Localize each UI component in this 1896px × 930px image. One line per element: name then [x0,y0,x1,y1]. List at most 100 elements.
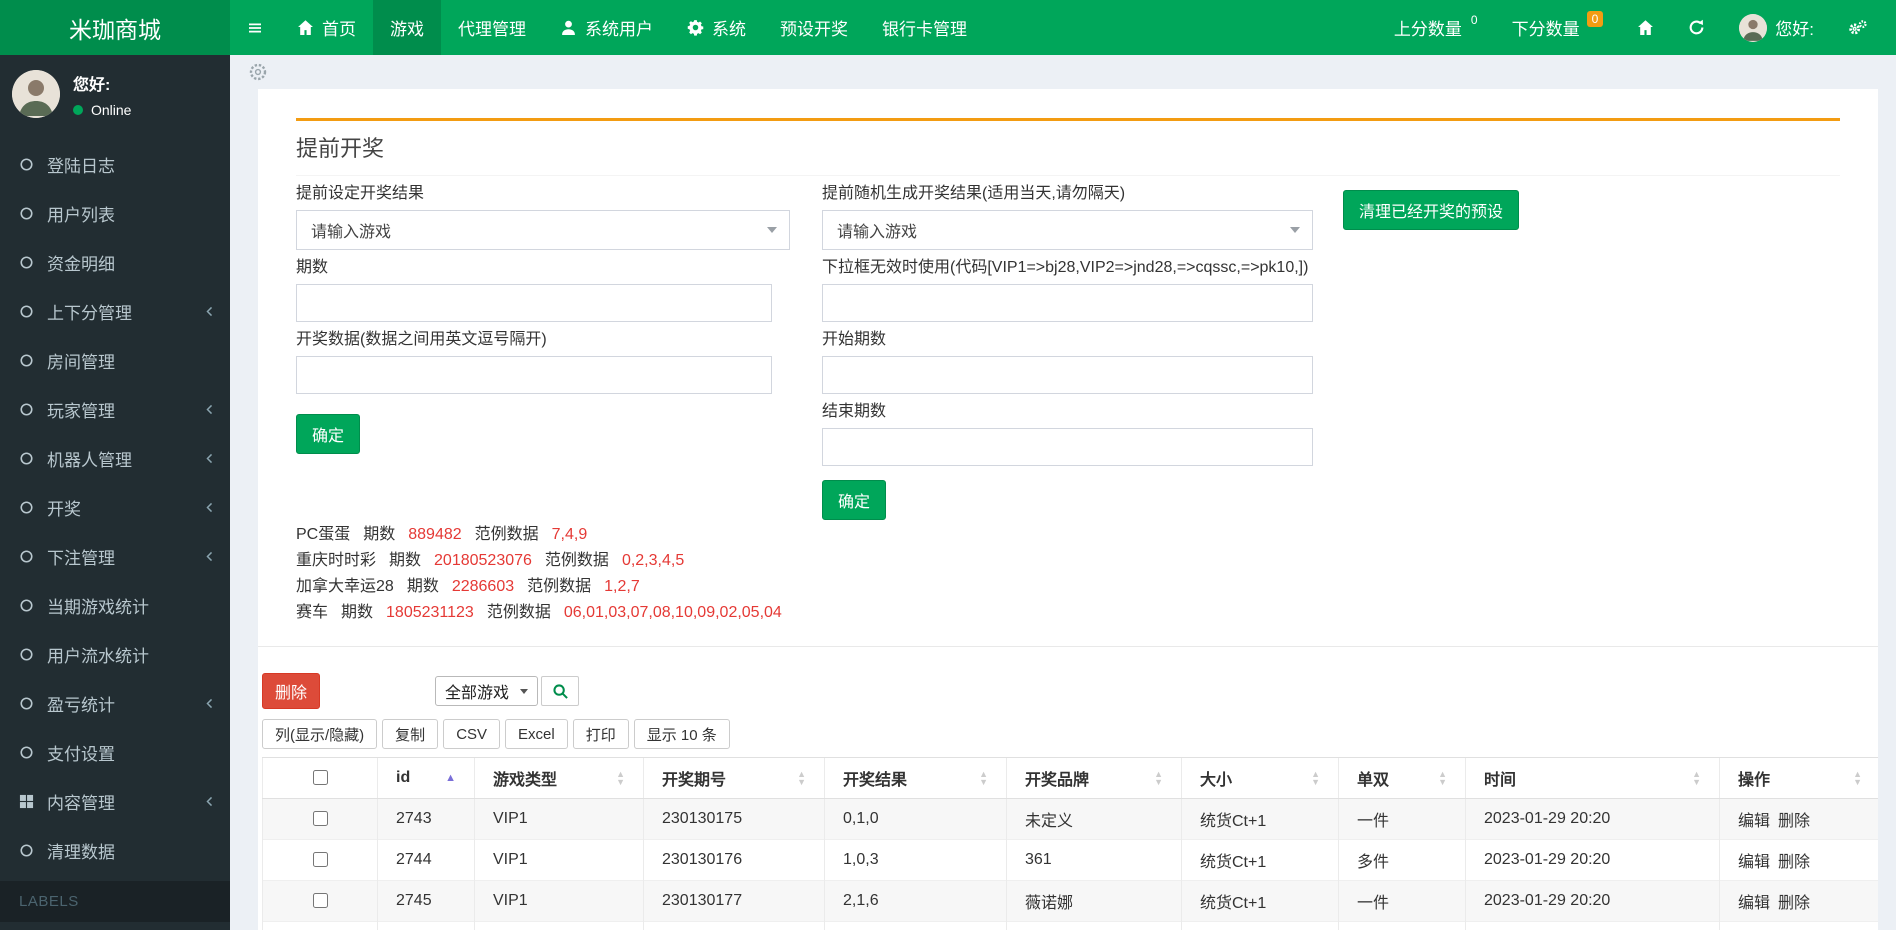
column-header-game-type[interactable]: 游戏类型▲▼ [475,758,644,799]
column-header-issue[interactable]: 开奖期号▲▼ [644,758,825,799]
draw-data-input[interactable] [296,356,772,394]
game-filter-select[interactable]: 全部游戏 [435,676,538,706]
chevron-left-icon [203,501,216,514]
sidebar-item-draw[interactable]: 开奖 [0,483,230,532]
sidebar-item-bet-management[interactable]: 下注管理 [0,532,230,581]
game-select[interactable]: 请输入游戏 [296,210,790,250]
print-button[interactable]: 打印 [573,719,629,749]
user-status: Online [73,102,131,118]
table-row: 2746 VIP1 230130178 5,5,1 华为 统货Ct+1 一件 2… [263,922,1879,930]
random-result-label: 提前随机生成开奖结果(适用当天,请勿隔天) [822,184,1313,204]
circle-icon [19,206,34,221]
nav-item-system-users[interactable]: 系统用户 [543,0,670,55]
sidebar-item-user-flow-stats[interactable]: 用户流水统计 [0,630,230,679]
sidebar-item-robot-management[interactable]: 机器人管理 [0,434,230,483]
nav-item-agents[interactable]: 代理管理 [441,0,543,55]
row-checkbox[interactable] [313,893,328,908]
sort-icon: ▲▼ [1311,770,1320,786]
sidebar-item-room-management[interactable]: 房间管理 [0,336,230,385]
delete-link[interactable]: 删除 [1778,813,1810,830]
down-score-item[interactable]: 下分数量0 [1495,0,1621,55]
column-header-parity[interactable]: 单双▲▼ [1339,758,1466,799]
refresh-button[interactable] [1671,0,1722,55]
sample-line: 赛车期数1805231123范例数据06,01,03,07,08,10,09,0… [296,600,1840,626]
search-button[interactable] [541,676,579,706]
edit-link[interactable]: 编辑 [1738,813,1770,830]
sidebar-toggle-button[interactable] [230,0,280,55]
sidebar-item-payment-settings[interactable]: 支付设置 [0,728,230,777]
column-header-brand[interactable]: 开奖品牌▲▼ [1007,758,1182,799]
grid-icon [19,794,34,809]
nav-item-bank-cards[interactable]: 银行卡管理 [865,0,984,55]
start-issue-input[interactable] [822,356,1313,394]
end-issue-input[interactable] [822,428,1313,466]
nav-item-games[interactable]: 游戏 [373,0,441,55]
random-game-select[interactable]: 请输入游戏 [822,210,1313,250]
up-score-item[interactable]: 上分数量0 [1377,0,1495,55]
online-dot-icon [73,105,83,115]
end-issue-label: 结束期数 [822,402,1313,422]
issue-input[interactable] [296,284,772,322]
user-greeting: 您好: [73,71,131,95]
circle-icon [19,451,34,466]
select-all-checkbox[interactable] [313,770,328,785]
nav-item-home[interactable]: 首页 [280,0,373,55]
nav-item-system[interactable]: 系统 [670,0,763,55]
home-shortcut-button[interactable] [1620,0,1671,55]
sidebar-item-funds-detail[interactable]: 资金明细 [0,238,230,287]
game-code-input[interactable] [822,284,1313,322]
avatar [1739,14,1767,42]
chevron-down-icon [767,227,777,233]
user-menu[interactable]: 您好: [1722,0,1831,55]
column-header-size[interactable]: 大小▲▼ [1182,758,1339,799]
sidebar-item-clean-data[interactable]: 清理数据 [0,826,230,875]
random-submit-button[interactable]: 确定 [822,480,886,520]
bulk-delete-button[interactable]: 删除 [262,673,320,709]
draw-table-section: 删除 全部游戏 列(显示/隐藏) 复制 CSV Excel 打印 显示 1 [258,647,1878,930]
clear-drawn-presets-button[interactable]: 清理已经开奖的预设 [1343,190,1519,230]
nav-item-preset-draw[interactable]: 预设开奖 [763,0,865,55]
column-header-actions[interactable]: 操作▲▼ [1720,758,1879,799]
top-navbar: 米珈商城 首页 游戏 代理管理 系统用户 系统 预设开奖 银行卡管理 [0,0,1896,55]
sample-data-list: PC蛋蛋期数889482范例数据7,4,9 重庆时时彩期数20180523076… [296,522,1840,626]
sample-line: PC蛋蛋期数889482范例数据7,4,9 [296,522,1840,548]
sidebar-item-current-game-stats[interactable]: 当期游戏统计 [0,581,230,630]
settings-menu-button[interactable] [1831,0,1884,55]
sidebar-item-content-management[interactable]: 内容管理 [0,777,230,826]
copy-button[interactable]: 复制 [382,719,438,749]
labels-section-header: LABELS [0,881,230,922]
issue-label: 期数 [296,258,790,278]
column-header-time[interactable]: 时间▲▼ [1466,758,1720,799]
draw-results-table: id▲ 游戏类型▲▼ 开奖期号▲▼ 开奖结果▲▼ 开奖品牌▲▼ 大小▲▼ 单双▲… [262,757,1878,930]
sidebar-item-profit-stats[interactable]: 盈亏统计 [0,679,230,728]
table-row: 2745 VIP1 230130177 2,1,6 薇诺娜 统货Ct+1 一件 … [263,881,1879,922]
sidebar-item-user-list[interactable]: 用户列表 [0,189,230,238]
row-checkbox[interactable] [313,852,328,867]
delete-link[interactable]: 删除 [1778,895,1810,912]
cog-outline-icon[interactable] [248,62,268,82]
page-title: 提前开奖 [296,121,1840,176]
delete-link[interactable]: 删除 [1778,854,1810,871]
draw-data-label: 开奖数据(数据之间用英文逗号隔开) [296,330,790,350]
sidebar-item-score-management[interactable]: 上下分管理 [0,287,230,336]
edit-link[interactable]: 编辑 [1738,854,1770,871]
chevron-left-icon [203,795,216,808]
sidebar-item-player-management[interactable]: 玩家管理 [0,385,230,434]
page-length-button[interactable]: 显示 10 条 [634,719,730,749]
advance-draw-box: 提前开奖 提前设定开奖结果 请输入游戏 期数 [296,118,1840,626]
table-row: 2744 VIP1 230130176 1,0,3 361 统货Ct+1 多件 … [263,840,1879,881]
chevron-left-icon [203,305,216,318]
edit-link[interactable]: 编辑 [1738,895,1770,912]
content-panel: 提前开奖 提前设定开奖结果 请输入游戏 期数 [258,89,1878,930]
sidebar-item-login-log[interactable]: 登陆日志 [0,140,230,189]
columns-visibility-button[interactable]: 列(显示/隐藏) [262,719,377,749]
excel-button[interactable]: Excel [505,719,568,749]
row-checkbox[interactable] [313,811,328,826]
column-header-id[interactable]: id▲ [378,758,475,799]
sidebar: 您好: Online 登陆日志 用户列表 资金明细 上下分管理 房间管理 [0,55,230,930]
csv-button[interactable]: CSV [443,719,500,749]
set-result-submit-button[interactable]: 确定 [296,414,360,454]
home-icon [1637,19,1654,36]
column-header-result[interactable]: 开奖结果▲▼ [825,758,1007,799]
brand-logo[interactable]: 米珈商城 [0,0,230,55]
